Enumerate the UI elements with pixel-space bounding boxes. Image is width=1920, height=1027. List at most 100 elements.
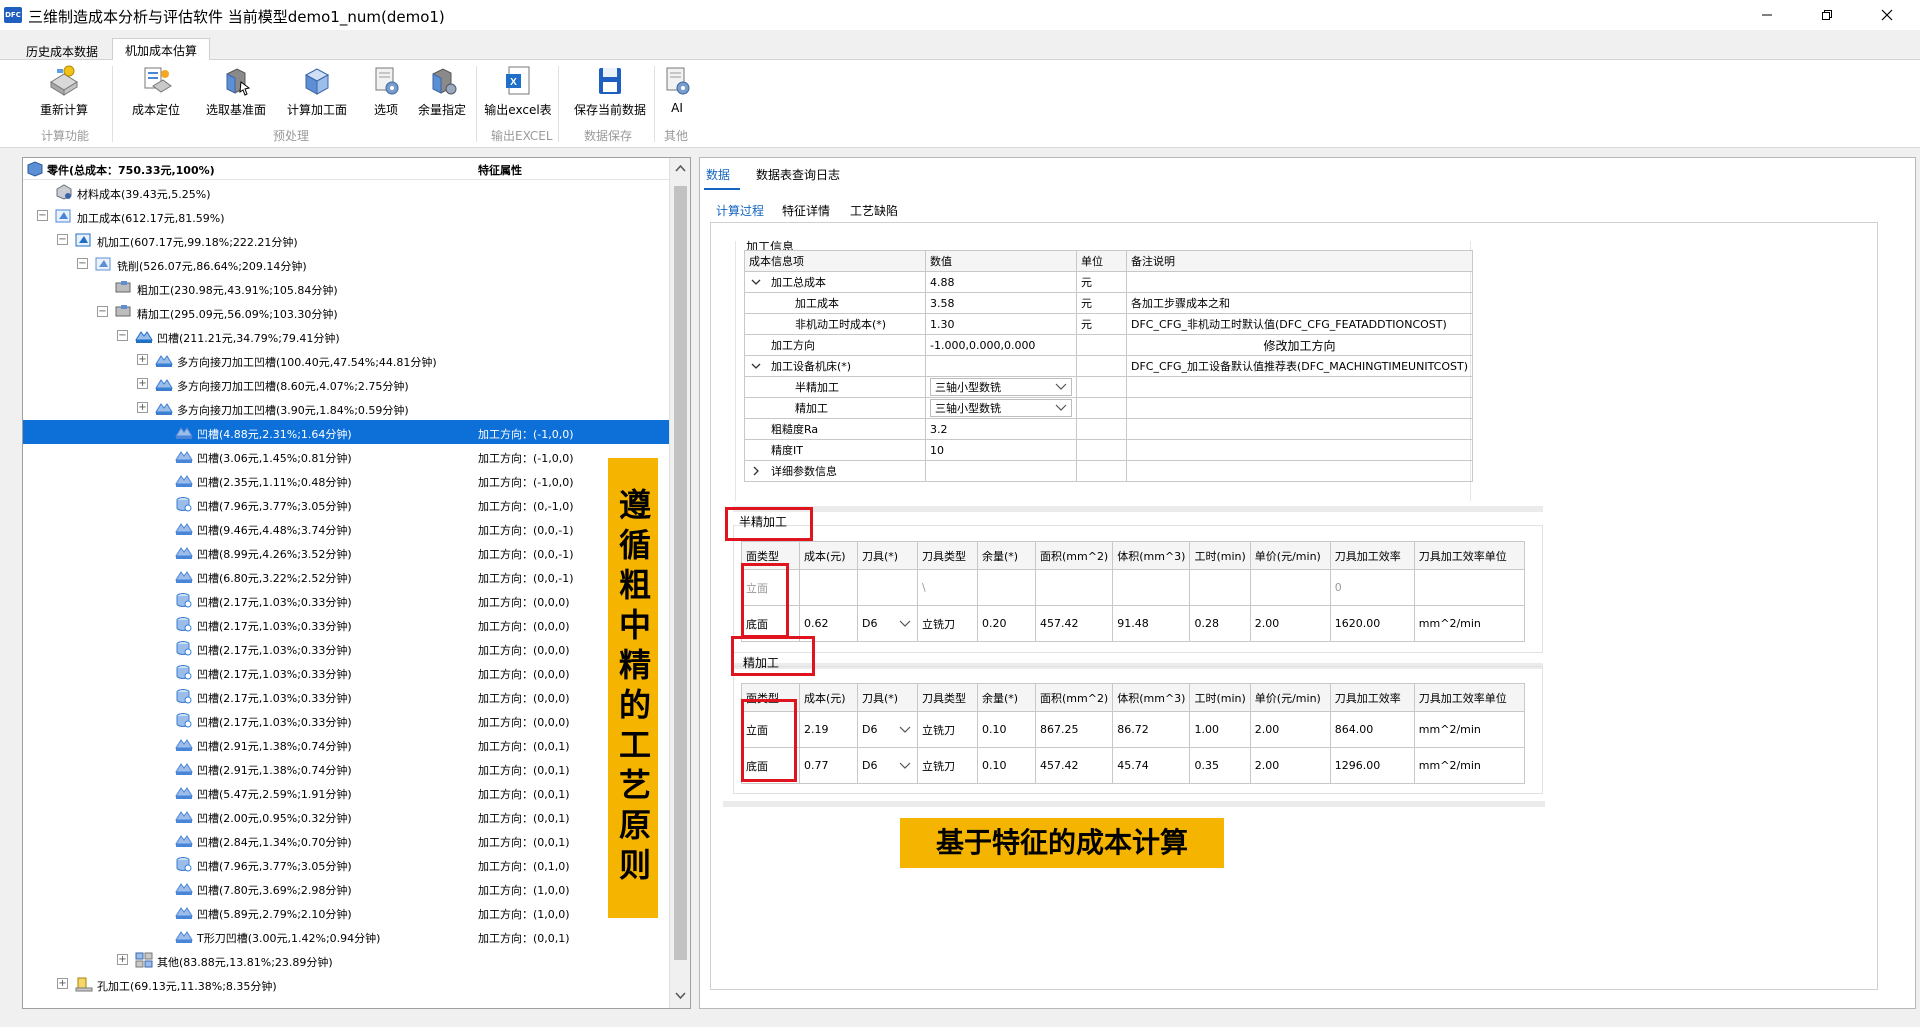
tool-select[interactable]: D6 xyxy=(857,711,918,748)
tree-row[interactable]: − 加工成本(612.17元,81.59%) xyxy=(23,204,669,228)
restore-button[interactable] xyxy=(1800,0,1854,30)
cylinder-groove-icon xyxy=(176,593,192,608)
scroll-down-icon[interactable] xyxy=(675,992,686,1000)
semi-finish-header-row: 面类型 成本(元) 刀具(*) 刀具类型 余量(*) 面积(mm^2) 体积(mm^3) 工时… xyxy=(741,541,1525,570)
tree-row[interactable]: 凹槽(8.99元,4.26%;3.52分钟) 加工方向：(0,0,-1) xyxy=(23,540,669,564)
tree-row[interactable]: 凹槽(2.17元,1.03%;0.33分钟) 加工方向：(0,0,0) xyxy=(23,684,669,708)
recalculate-button[interactable]: 重新计算 xyxy=(36,64,92,126)
tree-scrollbar[interactable] xyxy=(669,158,690,1008)
expand-icon[interactable]: + xyxy=(117,954,128,965)
collapse-icon[interactable]: − xyxy=(57,234,68,245)
tree-row[interactable]: 凹槽(2.17元,1.03%;0.33分钟) 加工方向：(0,0,0) xyxy=(23,708,669,732)
collapse-chevron-icon[interactable] xyxy=(751,277,761,287)
allowance-button[interactable]: 余量指定 xyxy=(414,64,470,126)
tree-row[interactable]: 凹槽(4.88元,2.31%;1.64分钟) 加工方向：(-1,0,0) xyxy=(23,420,669,444)
annotation-feature-cost: 基于特征的成本计算 xyxy=(900,818,1224,868)
select-datum-button[interactable]: 选取基准面 xyxy=(201,64,271,126)
expand-icon[interactable]: + xyxy=(137,402,148,413)
tool-select[interactable] xyxy=(857,569,918,606)
tab-data[interactable]: 数据 xyxy=(706,166,730,183)
tree-row[interactable]: − 铣削(526.07元,86.64%;209.14分钟) xyxy=(23,252,669,276)
machine-select[interactable]: 三轴小型数铣 xyxy=(930,378,1072,396)
collapse-chevron-icon[interactable] xyxy=(751,361,761,371)
tree-row-label: 加工成本(612.17元,81.59%) xyxy=(77,212,225,225)
tree-row[interactable]: 凹槽(7.96元,3.77%;3.05分钟) 加工方向：(0,1,0) xyxy=(23,852,669,876)
info-value[interactable]: 3.2 xyxy=(930,423,948,436)
info-unit-cell xyxy=(1076,376,1127,398)
tree-row[interactable]: 凹槽(5.47元,2.59%;1.91分钟) 加工方向：(0,0,1) xyxy=(23,780,669,804)
process-cell: 867.25 xyxy=(1034,711,1114,748)
subtab-feature-detail[interactable]: 特征详情 xyxy=(782,202,830,219)
tree-row[interactable]: − 精加工(295.09元,56.09%;103.30分钟) xyxy=(23,300,669,324)
tree-row[interactable]: 凹槽(2.17元,1.03%;0.33分钟) 加工方向：(0,0,0) xyxy=(23,660,669,684)
subtab-calc-process[interactable]: 计算过程 xyxy=(716,202,764,219)
cost-locate-button[interactable]: 成本定位 xyxy=(128,64,184,126)
scrollbar-thumb[interactable] xyxy=(674,186,687,960)
tree-row[interactable]: 凹槽(6.80元,3.22%;2.52分钟) 加工方向：(0,0,-1) xyxy=(23,564,669,588)
tab-history-cost[interactable]: 历史成本数据 xyxy=(14,40,110,60)
process-cell[interactable]: 0.10 xyxy=(977,711,1036,748)
info-value[interactable]: 10 xyxy=(930,444,944,457)
expand-icon[interactable]: + xyxy=(137,378,148,389)
tree-row[interactable]: 凹槽(3.06元,1.45%;0.81分钟) 加工方向：(-1,0,0) xyxy=(23,444,669,468)
tree-row[interactable]: 凹槽(7.96元,3.77%;3.05分钟) 加工方向：(0,-1,0) xyxy=(23,492,669,516)
tab-machining-cost[interactable]: 机加成本估算 xyxy=(112,38,211,61)
tree-row[interactable]: + 孔加工(69.13元,11.38%;8.35分钟) xyxy=(23,972,669,996)
collapse-icon[interactable]: − xyxy=(97,306,108,317)
process-cell[interactable]: 0.20 xyxy=(977,605,1036,642)
tree-row[interactable]: 材料成本(39.43元,5.25%) xyxy=(23,180,669,204)
expand-chevron-icon[interactable] xyxy=(751,466,761,476)
tree-row[interactable]: 凹槽(9.46元,4.48%;3.74分钟) 加工方向：(0,0,-1) xyxy=(23,516,669,540)
tree-row[interactable]: 凹槽(2.84元,1.34%;0.70分钟) 加工方向：(0,0,1) xyxy=(23,828,669,852)
collapse-icon[interactable]: − xyxy=(37,210,48,221)
tree-row[interactable]: 凹槽(2.91元,1.38%;0.74分钟) 加工方向：(0,0,1) xyxy=(23,732,669,756)
process-column-header: 体积(mm^3) xyxy=(1112,683,1191,712)
expand-icon[interactable]: + xyxy=(137,354,148,365)
export-excel-button[interactable]: X 输出excel表 xyxy=(484,64,552,126)
options-button[interactable]: 选项 xyxy=(366,64,406,126)
tree-row[interactable]: 凹槽(2.91元,1.38%;0.74分钟) 加工方向：(0,0,1) xyxy=(23,756,669,780)
calc-face-label: 计算加工面 xyxy=(286,103,347,117)
tree-row[interactable]: + 多方向接刀加工凹槽(100.40元,47.54%;44.81分钟) xyxy=(23,348,669,372)
minimize-button[interactable] xyxy=(1740,0,1794,30)
subtab-process-defect[interactable]: 工艺缺陷 xyxy=(850,202,898,219)
info-unit-cell: 元 xyxy=(1076,313,1127,335)
tree-row[interactable]: − 机加工(607.17元,99.18%;222.21分钟) xyxy=(23,228,669,252)
modify-direction-button[interactable]: 修改加工方向 xyxy=(1126,334,1473,356)
scroll-up-icon[interactable] xyxy=(675,164,686,172)
tree-row[interactable]: 凹槽(2.35元,1.11%;0.48分钟) 加工方向：(-1,0,0) xyxy=(23,468,669,492)
tool-select[interactable]: D6 xyxy=(857,605,918,642)
save-data-label: 保存当前数据 xyxy=(573,103,646,117)
tree-row[interactable]: 凹槽(2.17元,1.03%;0.33分钟) 加工方向：(0,0,0) xyxy=(23,636,669,660)
process-cell[interactable]: 0.10 xyxy=(977,747,1036,784)
tree-row[interactable]: + 多方向接刀加工凹槽(8.60元,4.07%;2.75分钟) xyxy=(23,372,669,396)
tab-query-log[interactable]: 数据表查询日志 xyxy=(756,166,840,183)
tree-row[interactable]: − 凹槽(211.21元,34.79%;79.41分钟) xyxy=(23,324,669,348)
tree-row-label: 凹槽(2.91元,1.38%;0.74分钟) xyxy=(197,764,352,777)
cost-locate-label: 成本定位 xyxy=(131,103,180,117)
calc-face-button[interactable]: 计算加工面 xyxy=(284,64,350,126)
tree-row[interactable]: 凹槽(2.17元,1.03%;0.33分钟) 加工方向：(0,0,0) xyxy=(23,612,669,636)
close-button[interactable] xyxy=(1860,0,1914,30)
tree-row[interactable]: 凹槽(2.00元,0.95%;0.32分钟) 加工方向：(0,0,1) xyxy=(23,804,669,828)
tree-row[interactable]: 凹槽(2.17元,1.03%;0.33分钟) 加工方向：(0,0,0) xyxy=(23,588,669,612)
tool-select[interactable]: D6 xyxy=(857,747,918,784)
tree-row-direction: 加工方向：(0,0,0) xyxy=(478,620,570,633)
collapse-icon[interactable]: − xyxy=(77,258,88,269)
expand-icon[interactable]: + xyxy=(57,978,68,989)
ai-button[interactable]: AI xyxy=(660,64,694,126)
save-data-button[interactable]: 保存当前数据 xyxy=(572,64,648,126)
process-cell[interactable] xyxy=(977,569,1036,606)
tree-row[interactable]: T形刀凹槽(3.00元,1.42%;0.94分钟) 加工方向：(0,0,1) xyxy=(23,924,669,948)
tree-row[interactable]: + 其他(83.88元,13.81%;23.89分钟) xyxy=(23,948,669,972)
tree-row[interactable]: 凹槽(5.89元,2.79%;2.10分钟) 加工方向：(1,0,0) xyxy=(23,900,669,924)
tree-row[interactable]: 凹槽(7.80元,3.69%;2.98分钟) 加工方向：(1,0,0) xyxy=(23,876,669,900)
tree-row[interactable]: 粗加工(230.98元,43.91%;105.84分钟) xyxy=(23,276,669,300)
feature-tree-panel: 零件(总成本：750.33元,100%) 特征属性 材料成本(39.43元,5.… xyxy=(22,157,691,1009)
machine-select[interactable]: 三轴小型数铣 xyxy=(930,399,1072,417)
tree-row-label: 凹槽(2.17元,1.03%;0.33分钟) xyxy=(197,716,352,729)
tree-row-label: 凹槽(7.96元,3.77%;3.05分钟) xyxy=(197,500,352,513)
tree-row[interactable]: + 多方向接刀加工凹槽(3.90元,1.84%;0.59分钟) xyxy=(23,396,669,420)
tree-root-label[interactable]: 零件(总成本：750.33元,100%) xyxy=(47,162,215,178)
collapse-icon[interactable]: − xyxy=(117,330,128,341)
